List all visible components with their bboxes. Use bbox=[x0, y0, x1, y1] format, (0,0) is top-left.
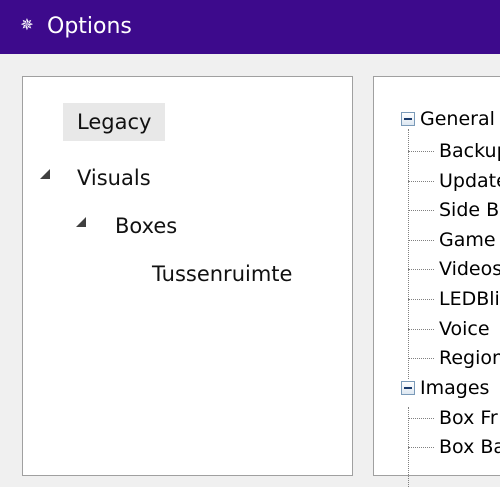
tree-node-voice[interactable]: Voice bbox=[439, 317, 490, 341]
tree-item-label: Visuals bbox=[77, 166, 151, 190]
tree-connector-line bbox=[408, 210, 434, 211]
settings-tree-panel[interactable]: General Backup Update Side B Game Videos… bbox=[373, 76, 500, 487]
tree-item-label: Tussenruimte bbox=[152, 262, 293, 286]
tree-node-backup[interactable]: Backup bbox=[439, 139, 500, 163]
gear-icon: ✵ bbox=[20, 15, 34, 34]
expanded-triangle-icon[interactable] bbox=[39, 168, 51, 180]
tree-node-videos[interactable]: Videos bbox=[439, 257, 500, 281]
tree-node-update[interactable]: Update bbox=[439, 169, 500, 193]
title-bar: ✵ Options bbox=[0, 0, 500, 54]
tree-item-label: Legacy bbox=[77, 110, 152, 134]
tree-connector-line bbox=[408, 418, 434, 419]
tree-connector-line bbox=[408, 329, 434, 330]
options-content: Legacy Visuals Boxes Tussenruimte Genera… bbox=[0, 54, 500, 487]
tree-connector-line bbox=[408, 129, 409, 379]
collapse-icon[interactable] bbox=[401, 381, 415, 395]
tree-node-ledbli[interactable]: LEDBli bbox=[439, 287, 500, 311]
tree-connector-line bbox=[408, 240, 434, 241]
tree-node-general[interactable]: General bbox=[420, 107, 495, 131]
category-tree-panel[interactable]: Legacy Visuals Boxes Tussenruimte bbox=[22, 76, 353, 476]
tree-node-box-front[interactable]: Box Fr bbox=[439, 406, 498, 430]
tree-connector-line bbox=[408, 181, 434, 182]
collapse-icon[interactable] bbox=[401, 112, 415, 126]
tree-item-visuals[interactable]: Visuals bbox=[63, 159, 165, 197]
tree-node-side-b[interactable]: Side B bbox=[439, 198, 499, 222]
tree-connector-line bbox=[408, 151, 434, 152]
tree-node-images[interactable]: Images bbox=[420, 376, 489, 400]
settings-tree: General Backup Update Side B Game Videos… bbox=[374, 77, 500, 487]
tree-connector-line bbox=[408, 299, 434, 300]
expanded-triangle-icon[interactable] bbox=[75, 216, 87, 228]
tree-item-tussenruimte[interactable]: Tussenruimte bbox=[138, 255, 306, 293]
tree-item-legacy[interactable]: Legacy bbox=[63, 103, 166, 141]
tree-node-game[interactable]: Game bbox=[439, 228, 496, 252]
tree-item-label: Boxes bbox=[115, 214, 178, 238]
tree-item-boxes[interactable]: Boxes bbox=[101, 207, 191, 245]
tree-node-region[interactable]: Region bbox=[439, 346, 500, 370]
tree-connector-line bbox=[408, 358, 434, 359]
tree-connector-line bbox=[408, 447, 434, 448]
window-title: Options bbox=[47, 14, 132, 39]
tree-connector-line bbox=[408, 269, 434, 270]
tree-node-box-back[interactable]: Box Ba bbox=[439, 435, 500, 459]
